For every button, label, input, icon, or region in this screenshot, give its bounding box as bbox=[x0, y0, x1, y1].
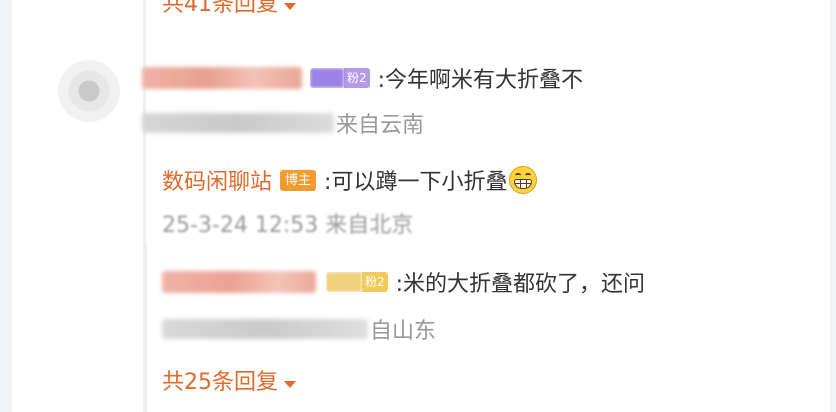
view-more-replies-label: 共41条回复 bbox=[162, 0, 278, 17]
comment-meta-row: 来自云南 bbox=[142, 108, 424, 138]
fan-badge-level: 粉2 bbox=[344, 68, 370, 88]
fan-badge-blurred-name bbox=[326, 272, 362, 292]
reply-text: :米的大折叠都砍了，还问 bbox=[395, 272, 646, 297]
reply-author-name[interactable]: 数码闲聊站 bbox=[162, 164, 272, 196]
view-more-replies-label: 共25条回复 bbox=[162, 370, 278, 395]
right-page-gutter bbox=[830, 0, 836, 412]
view-more-replies-link-top[interactable]: 共41条回复 bbox=[162, 0, 296, 16]
comment-location: 来自云南 bbox=[336, 113, 425, 138]
comment-header: 粉2 :今年啊米有大折叠不 bbox=[142, 63, 583, 93]
reply-header: 数码闲聊站 博主 :可以蹲一下小折叠 bbox=[162, 164, 538, 196]
caret-down-icon bbox=[284, 381, 296, 388]
reply-meta: 25-3-24 12:53 来自北京 bbox=[162, 213, 414, 238]
left-page-gutter bbox=[0, 0, 12, 412]
reply-meta-row: 自山东 bbox=[162, 314, 436, 344]
reply-location: 自山东 bbox=[370, 319, 437, 344]
fan-level-badge: 粉2 bbox=[326, 272, 388, 292]
caret-down-icon bbox=[284, 3, 296, 10]
reply-timestamp bbox=[162, 319, 368, 339]
reply-header: 粉2 :米的大折叠都砍了，还问 bbox=[162, 266, 645, 298]
fan-badge-blurred-name bbox=[310, 68, 344, 88]
fan-level-badge: 粉2 bbox=[310, 68, 370, 88]
reply-text: :可以蹲一下小折叠 bbox=[324, 170, 508, 195]
avatar[interactable] bbox=[58, 60, 120, 122]
sub-reply-indent-line bbox=[144, 242, 147, 412]
comment-timestamp bbox=[142, 113, 334, 133]
reply-meta-row: 25-3-24 12:53 来自北京 bbox=[162, 208, 413, 238]
comment-author-name[interactable] bbox=[142, 67, 302, 89]
blogger-badge: 博主 bbox=[280, 169, 317, 191]
comment-text: :今年啊米有大折叠不 bbox=[377, 68, 584, 93]
reply-author-name[interactable] bbox=[162, 271, 316, 293]
grinning-face-emoji-icon bbox=[509, 166, 538, 194]
view-more-replies-link[interactable]: 共25条回复 bbox=[162, 372, 296, 394]
fan-badge-level: 粉2 bbox=[362, 272, 388, 292]
